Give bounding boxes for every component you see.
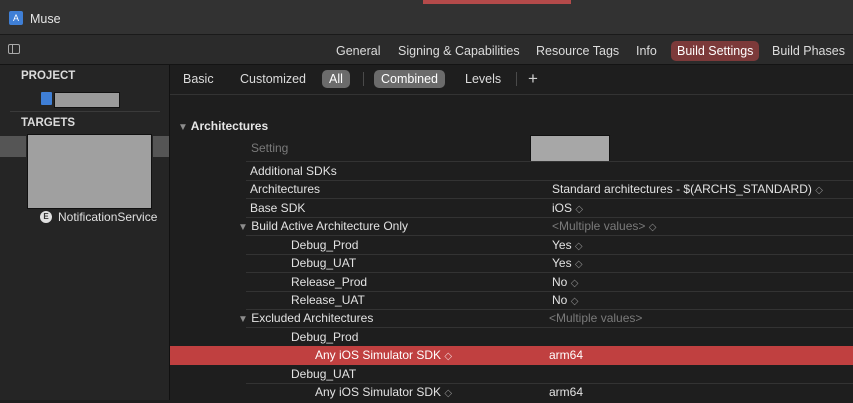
project-item-redacted[interactable] (54, 92, 120, 108)
setting-value-text: No (552, 293, 568, 307)
stepper-chevron-icon[interactable]: ◇ (571, 278, 579, 289)
setting-value[interactable]: arm64 (549, 383, 583, 401)
filter-customized[interactable]: Customized (233, 70, 313, 88)
filter-separator (516, 72, 517, 86)
tab-build-phases[interactable]: Build Phases (766, 41, 851, 61)
setting-name-text: Any iOS Simulator SDK (315, 385, 442, 399)
filter-all[interactable]: All (322, 70, 350, 88)
setting-value[interactable]: <Multiple values> ◇ (552, 217, 656, 235)
target-list-redacted[interactable] (27, 134, 152, 209)
selected-target-highlight-end[interactable] (153, 136, 169, 157)
setting-value-text: <Multiple values> (552, 219, 646, 233)
setting-name: Debug_Prod (291, 238, 359, 252)
row-divider (246, 161, 853, 162)
filter-combined[interactable]: Combined (374, 70, 445, 88)
setting-name: Any iOS Simulator SDK ◇ (315, 383, 452, 401)
targets-section-header: TARGETS (21, 117, 76, 129)
setting-value-text: Yes (552, 256, 572, 270)
filter-separator (363, 72, 364, 86)
selected-row-highlight (170, 346, 853, 365)
setting-name: Additional SDKs (250, 164, 337, 178)
app-icon: A (9, 11, 23, 25)
setting-value[interactable]: Yes ◇ (552, 254, 583, 272)
setting-value[interactable]: iOS ◇ (552, 199, 583, 217)
setting-name-text: Build Active Architecture Only (251, 219, 408, 233)
tab-resource-tags[interactable]: Resource Tags (530, 41, 625, 61)
setting-value[interactable]: arm64 (549, 346, 583, 364)
setting-name: Any iOS Simulator SDK ◇ (315, 346, 452, 364)
setting-name: Debug_Prod (291, 330, 359, 344)
setting-name: ▼ Excluded Architectures (238, 309, 373, 327)
stepper-chevron-icon[interactable]: ◇ (649, 222, 657, 233)
section-architectures[interactable]: ▼ Architectures (178, 119, 268, 133)
setting-value[interactable]: <Multiple values> (549, 309, 642, 327)
selected-target-highlight[interactable] (0, 136, 26, 157)
add-setting-button[interactable]: + (528, 69, 538, 89)
setting-column-header: Setting (251, 141, 289, 155)
sidebar-divider (10, 111, 160, 112)
tab-general[interactable]: General (330, 41, 386, 61)
setting-value[interactable]: Standard architectures - $(ARCHS_STANDAR… (552, 180, 823, 198)
target-notification-service[interactable]: NotificationService (58, 210, 157, 224)
setting-name-text: Excluded Architectures (251, 311, 374, 325)
disclosure-triangle-icon[interactable]: ▼ (178, 122, 188, 133)
filter-levels[interactable]: Levels (458, 70, 508, 88)
disclosure-triangle-icon[interactable]: ▼ (238, 314, 248, 325)
project-navigator-sidebar (0, 65, 170, 400)
tab-signing-capabilities[interactable]: Signing & Capabilities (392, 41, 526, 61)
stepper-chevron-icon[interactable]: ◇ (444, 351, 452, 362)
setting-value[interactable]: No ◇ (552, 291, 578, 309)
tab-info[interactable]: Info (630, 41, 663, 61)
title-bar (0, 0, 853, 35)
stepper-chevron-icon[interactable]: ◇ (444, 388, 452, 399)
disclosure-triangle-icon[interactable]: ▼ (238, 222, 248, 233)
setting-name: Release_Prod (291, 275, 368, 289)
setting-value[interactable]: Yes ◇ (552, 236, 583, 254)
setting-value-text: No (552, 275, 568, 289)
setting-value-text: Yes (552, 238, 572, 252)
stepper-chevron-icon[interactable]: ◇ (815, 185, 823, 196)
stepper-chevron-icon[interactable]: ◇ (575, 241, 583, 252)
project-file-icon (41, 92, 52, 105)
setting-value-text: Standard architectures - $(ARCHS_STANDAR… (552, 182, 812, 196)
extension-icon: E (40, 211, 52, 223)
setting-name-text: Any iOS Simulator SDK (315, 348, 442, 362)
setting-name: Release_UAT (291, 293, 365, 307)
stepper-chevron-icon[interactable]: ◇ (575, 259, 583, 270)
target-column-header-redacted (530, 135, 610, 162)
setting-name: ▼ Build Active Architecture Only (238, 217, 408, 235)
stepper-chevron-icon[interactable]: ◇ (571, 296, 579, 307)
filter-basic[interactable]: Basic (176, 70, 221, 88)
section-title: Architectures (190, 119, 269, 133)
setting-name: Debug_UAT (291, 256, 357, 270)
setting-name: Base SDK (250, 201, 306, 215)
row-divider (246, 198, 853, 199)
setting-value[interactable]: No ◇ (552, 273, 578, 291)
tab-build-settings[interactable]: Build Settings (671, 41, 760, 61)
project-section-header: PROJECT (21, 70, 76, 82)
setting-name: Architectures (250, 182, 321, 196)
window-title: Muse (30, 12, 61, 26)
title-accent-bar (423, 0, 571, 4)
stepper-chevron-icon[interactable]: ◇ (575, 204, 583, 215)
sidebar-toggle-icon[interactable] (8, 44, 20, 54)
setting-name: Debug_UAT (291, 367, 357, 381)
setting-value-text: iOS (552, 201, 573, 215)
